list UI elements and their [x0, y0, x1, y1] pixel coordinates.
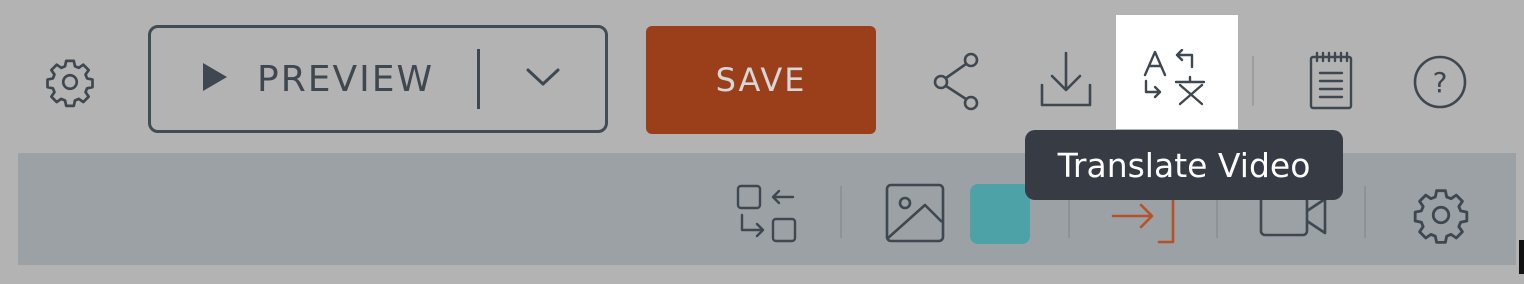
share-icon — [931, 51, 981, 111]
video-camera-icon — [1259, 195, 1327, 237]
notes-button[interactable] — [1306, 50, 1356, 112]
preview-button[interactable]: PREVIEW — [148, 25, 608, 133]
toolbar-separator — [840, 186, 842, 238]
preview-dropdown-toggle[interactable] — [480, 28, 605, 130]
notepad-icon — [1308, 51, 1354, 111]
gear-icon — [43, 55, 97, 109]
help-glyph: ? — [1432, 65, 1448, 99]
preview-main-action[interactable]: PREVIEW — [151, 28, 437, 130]
toolbar-separator — [1364, 186, 1366, 238]
color-swatch[interactable] — [970, 184, 1030, 244]
image-icon — [885, 183, 945, 243]
download-icon — [1038, 49, 1094, 109]
translate-icon — [1142, 48, 1208, 112]
chevron-down-icon — [525, 66, 561, 93]
image-button[interactable] — [884, 182, 946, 244]
download-button[interactable] — [1036, 48, 1096, 110]
preview-label: PREVIEW — [257, 58, 435, 100]
play-icon — [201, 61, 229, 98]
settings-button[interactable] — [40, 52, 100, 112]
swap-layout-button[interactable] — [734, 182, 800, 246]
gear-icon — [1410, 184, 1472, 246]
tooltip: Translate Video — [1025, 130, 1343, 200]
swap-layout-icon — [735, 183, 799, 245]
toolbar-separator — [1252, 56, 1254, 106]
help-icon: ? — [1412, 54, 1468, 110]
save-button[interactable]: SAVE — [646, 26, 876, 134]
text-cursor — [1519, 240, 1524, 274]
share-button[interactable] — [928, 48, 984, 114]
translate-button[interactable] — [1116, 15, 1238, 129]
strip-settings-button[interactable] — [1408, 182, 1474, 248]
video-button[interactable] — [1258, 194, 1328, 238]
help-button[interactable]: ? — [1410, 52, 1470, 112]
